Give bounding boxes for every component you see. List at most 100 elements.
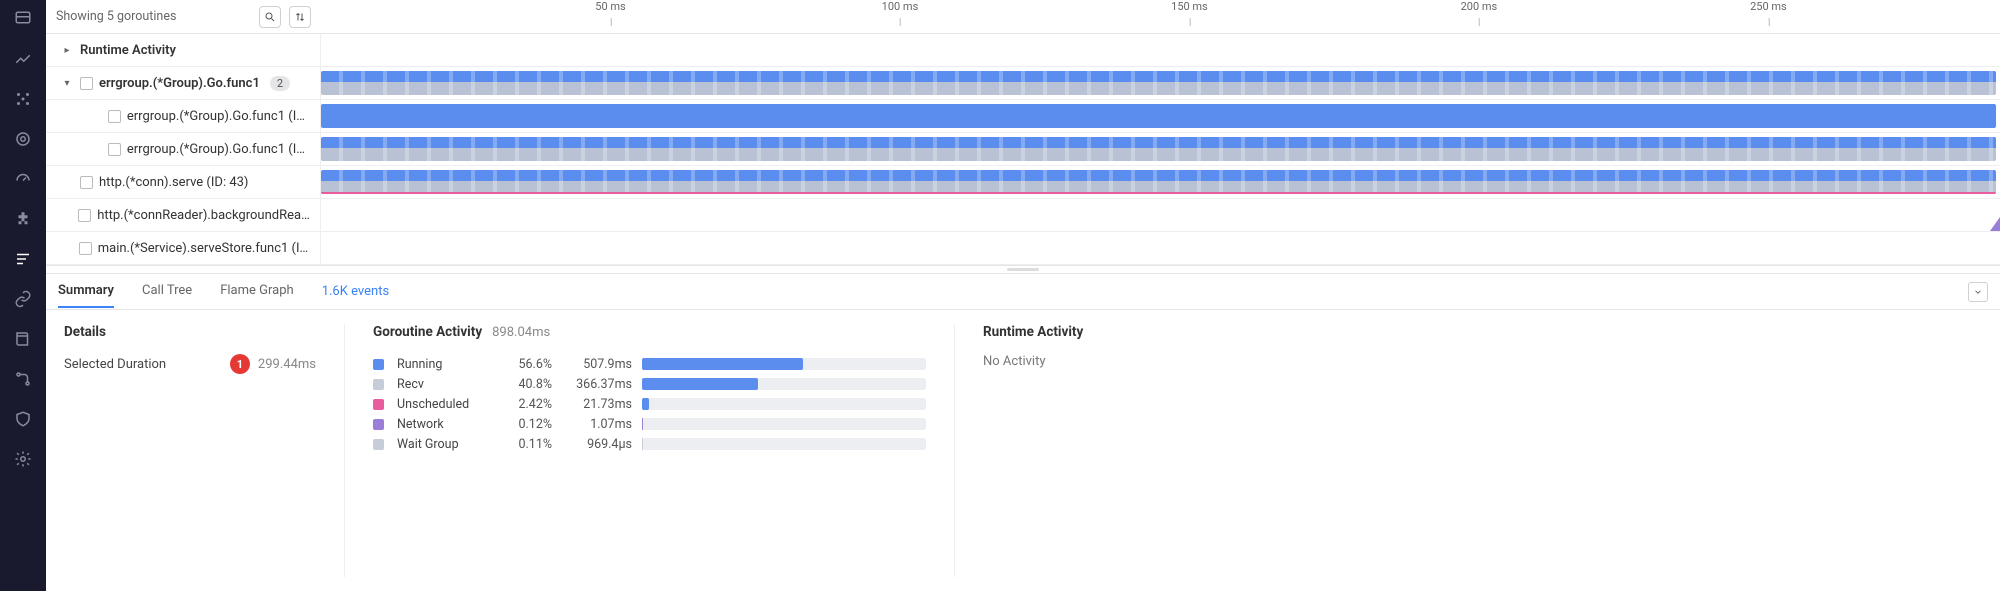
nav-shield-icon[interactable] <box>12 408 34 430</box>
activity-bar <box>642 398 926 410</box>
row-label[interactable]: http.(*conn).serve (ID: 43) <box>46 166 321 198</box>
tab-flame-graph[interactable]: Flame Graph <box>220 275 293 308</box>
goroutine-row[interactable]: http.(*conn).serve (ID: 43) <box>46 166 2000 199</box>
selected-duration-value: 299.44ms <box>258 357 316 372</box>
search-button[interactable] <box>259 6 281 28</box>
nav-dashboard-icon[interactable] <box>12 8 34 30</box>
activity-duration: 366.37ms <box>562 377 632 392</box>
row-text: http.(*connReader).backgroundRead (ID: … <box>97 208 312 223</box>
panel-resize-handle[interactable] <box>46 265 2000 274</box>
color-swatch <box>373 359 384 370</box>
row-text: Runtime Activity <box>80 43 176 58</box>
color-swatch <box>373 419 384 430</box>
timeline-track[interactable] <box>321 133 2000 165</box>
color-swatch <box>373 439 384 450</box>
nav-sidebar <box>0 0 46 591</box>
row-checkbox[interactable] <box>108 143 121 156</box>
nav-profiling-icon[interactable] <box>12 248 34 270</box>
nav-book-icon[interactable] <box>12 328 34 350</box>
row-text: http.(*conn).serve (ID: 43) <box>99 175 248 190</box>
row-checkbox[interactable] <box>78 209 91 222</box>
row-label[interactable]: ▸ Runtime Activity <box>46 34 321 66</box>
goroutine-row[interactable]: main.(*Service).serveStore.func1 (ID: 74… <box>46 232 2000 265</box>
row-label[interactable]: main.(*Service).serveStore.func1 (ID: 74… <box>46 232 321 264</box>
ruler-tick: 50 ms <box>595 0 625 13</box>
goroutine-activity-total: 898.04ms <box>492 325 550 340</box>
activity-bar <box>642 418 926 430</box>
goroutine-activity-panel: Goroutine Activity 898.04ms Running 56.6%… <box>344 324 954 577</box>
details-panel: Details Selected Duration 1 299.44ms <box>64 324 344 577</box>
activity-bar <box>642 358 926 370</box>
collapse-panel-button[interactable] <box>1968 282 1988 302</box>
nav-puzzle-icon[interactable] <box>12 208 34 230</box>
details-title: Details <box>64 324 316 340</box>
goroutine-activity-title: Goroutine Activity <box>373 324 482 340</box>
toolbar: Showing 5 goroutines 50 ms 100 ms 150 ms 20… <box>46 0 2000 34</box>
goroutine-row[interactable]: ▸ Runtime Activity <box>46 34 2000 67</box>
row-label[interactable]: errgroup.(*Group).Go.func1 (ID: 44) <box>46 100 321 132</box>
ruler-tick: 250 ms <box>1750 0 1787 13</box>
timeline-track[interactable] <box>321 34 2000 66</box>
timeline-track[interactable] <box>321 166 2000 198</box>
activity-row: Wait Group0.11%969.4µs <box>373 434 926 454</box>
goroutine-rows: ▸Runtime Activity▾errgroup.(*Group).Go.f… <box>46 34 2000 265</box>
activity-row: Running 56.6% 507.9ms <box>373 354 926 374</box>
timeline-track[interactable] <box>321 199 2000 231</box>
ruler-tick: 200 ms <box>1461 0 1498 13</box>
goroutine-row[interactable]: http.(*connReader).backgroundRead (ID: … <box>46 199 2000 232</box>
timeline-track[interactable] <box>321 100 2000 132</box>
nav-settings-icon[interactable] <box>12 448 34 470</box>
row-checkbox[interactable] <box>79 242 92 255</box>
time-ruler[interactable]: 50 ms 100 ms 150 ms 200 ms 250 ms <box>321 0 2000 34</box>
activity-duration: 1.07ms <box>562 417 632 432</box>
activity-bar <box>642 438 926 450</box>
color-swatch <box>373 399 384 410</box>
activity-duration: 21.73ms <box>562 397 632 412</box>
row-checkbox[interactable] <box>108 110 121 123</box>
activity-row: Recv 40.8% 366.37ms <box>373 374 926 394</box>
goroutine-row[interactable]: ▾errgroup.(*Group).Go.func12 <box>46 67 2000 100</box>
events-link[interactable]: 1.6K events <box>322 284 389 299</box>
row-checkbox[interactable] <box>80 176 93 189</box>
activity-name: Running <box>397 357 487 372</box>
timeline-track[interactable] <box>321 232 2000 264</box>
row-label[interactable]: http.(*connReader).backgroundRead (ID: … <box>46 199 321 231</box>
tab-summary[interactable]: Summary <box>58 275 114 308</box>
nav-gauge-icon[interactable] <box>12 168 34 190</box>
row-label[interactable]: errgroup.(*Group).Go.func1 (ID: 45) <box>46 133 321 165</box>
activity-row: Unscheduled2.42%21.73ms <box>373 394 926 414</box>
annotation-marker: 1 <box>230 354 250 374</box>
nav-service-icon[interactable] <box>12 88 34 110</box>
goroutine-row[interactable]: errgroup.(*Group).Go.func1 (ID: 44) <box>46 100 2000 133</box>
tab-call-tree[interactable]: Call Tree <box>142 275 192 308</box>
color-swatch <box>373 379 384 390</box>
chevron-down-icon[interactable]: ▾ <box>60 78 74 89</box>
row-text: errgroup.(*Group).Go.func1 (ID: 44) <box>127 109 312 124</box>
sort-button[interactable] <box>289 6 311 28</box>
row-label[interactable]: ▾errgroup.(*Group).Go.func12 <box>46 67 321 99</box>
activity-name: Network <box>397 417 487 432</box>
activity-name: Recv <box>397 377 487 392</box>
row-checkbox[interactable] <box>80 77 93 90</box>
timeline-track[interactable] <box>321 67 2000 99</box>
activity-percent: 40.8% <box>497 377 552 392</box>
nav-flow-icon[interactable] <box>12 368 34 390</box>
goroutine-row[interactable]: errgroup.(*Group).Go.func1 (ID: 45) <box>46 133 2000 166</box>
ruler-tick: 100 ms <box>882 0 919 13</box>
count-badge: 2 <box>270 76 290 91</box>
nav-link-icon[interactable] <box>12 288 34 310</box>
runtime-empty-text: No Activity <box>983 354 1954 369</box>
nav-target-icon[interactable] <box>12 128 34 150</box>
activity-duration: 507.9ms <box>562 357 632 372</box>
activity-percent: 0.12% <box>497 417 552 432</box>
selected-duration-label: Selected Duration <box>64 357 230 372</box>
chevron-right-icon[interactable]: ▸ <box>60 45 74 56</box>
row-text: errgroup.(*Group).Go.func1 (ID: 45) <box>127 142 312 157</box>
ruler-tick: 150 ms <box>1171 0 1208 13</box>
activity-row: Network 0.12% 1.07ms <box>373 414 926 434</box>
goroutine-count-label: Showing 5 goroutines <box>56 9 251 24</box>
nav-metrics-icon[interactable] <box>12 48 34 70</box>
bottom-tabs: Summary Call Tree Flame Graph 1.6K event… <box>46 274 2000 310</box>
activity-name: Wait Group <box>397 437 487 452</box>
activity-percent: 56.6% <box>497 357 552 372</box>
